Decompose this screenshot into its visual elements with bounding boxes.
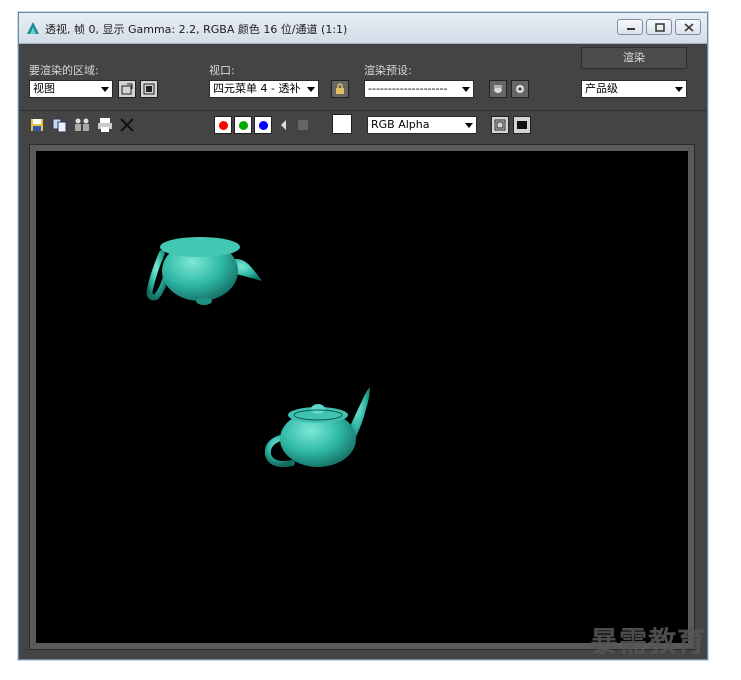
- title-bar[interactable]: 透视, 帧 0, 显示 Gamma: 2.2, RGBA 颜色 16 位/通道 …: [19, 13, 707, 44]
- viewport-select-value: 四元菜单 4 - 透补: [213, 82, 301, 95]
- area-select[interactable]: 视图: [29, 80, 113, 98]
- gear-icon: [516, 85, 524, 93]
- window-title: 透视, 帧 0, 显示 Gamma: 2.2, RGBA 颜色 16 位/通道 …: [45, 23, 348, 36]
- render-setup-button[interactable]: [489, 80, 507, 98]
- teapot-upside-down: [146, 237, 262, 305]
- chevron-down-icon: [465, 123, 473, 128]
- quality-select[interactable]: 产品级: [581, 80, 687, 98]
- chevron-down-icon: [675, 87, 683, 92]
- green-channel-icon: [239, 121, 248, 130]
- display-icon: [517, 121, 527, 129]
- rendered-scene: [146, 237, 370, 467]
- image-toolbar: RGB Alpha: [19, 113, 707, 139]
- viewport-label: 视口:: [209, 64, 235, 77]
- edit-region-button[interactable]: [118, 80, 136, 98]
- channel-select-value: RGB Alpha: [371, 118, 430, 131]
- close-icon: [684, 23, 694, 32]
- maximize-icon: [655, 23, 665, 32]
- toggle-ui-overlay-button[interactable]: [491, 116, 509, 134]
- channel-select[interactable]: RGB Alpha: [367, 116, 477, 134]
- viewport-select[interactable]: 四元菜单 4 - 透补: [209, 80, 319, 98]
- app-icon: [27, 22, 39, 34]
- green-channel-button[interactable]: [234, 116, 252, 134]
- minimize-icon: [627, 28, 635, 30]
- auto-region-button[interactable]: [140, 80, 158, 98]
- quality-select-value: 产品级: [585, 82, 618, 95]
- blue-channel-icon: [259, 121, 268, 130]
- chevron-down-icon: [101, 87, 109, 92]
- maximize-button[interactable]: [646, 19, 672, 35]
- monochrome-icon[interactable]: [297, 119, 309, 131]
- teapot-upright: [264, 387, 370, 467]
- render-frame-window: 透视, 帧 0, 显示 Gamma: 2.2, RGBA 颜色 16 位/通道 …: [18, 12, 708, 660]
- copy-image-icon[interactable]: [52, 117, 68, 133]
- red-channel-button[interactable]: [214, 116, 232, 134]
- lock-viewport-button[interactable]: [331, 80, 349, 98]
- teapot-icon: [494, 85, 502, 93]
- area-select-value: 视图: [33, 82, 55, 95]
- print-icon[interactable]: [97, 117, 113, 133]
- lock-icon: [336, 83, 344, 94]
- environment-button[interactable]: [511, 80, 529, 98]
- render-button[interactable]: 渲染: [581, 47, 687, 69]
- clear-icon[interactable]: [119, 117, 135, 133]
- render-viewport-frame: [29, 144, 695, 650]
- preset-select[interactable]: --------------------: [364, 80, 474, 98]
- render-viewport[interactable]: [36, 151, 688, 643]
- close-button[interactable]: [675, 19, 701, 35]
- clone-window-icon[interactable]: [73, 117, 91, 133]
- chevron-down-icon: [307, 87, 315, 92]
- alpha-channel-icon[interactable]: [277, 118, 291, 132]
- minimize-button[interactable]: [617, 19, 643, 35]
- red-channel-icon: [219, 121, 228, 130]
- color-swatch[interactable]: [332, 114, 352, 134]
- toggle-ui-button[interactable]: [513, 116, 531, 134]
- edit-region-icon: [121, 83, 133, 95]
- render-settings-toolbar: 要渲染的区域: 视图 视口: 四元菜单 4 - 透补 渲染预设: -------…: [19, 44, 707, 120]
- watermark-text: 暴需教育: [590, 625, 707, 658]
- chevron-down-icon: [462, 87, 470, 92]
- blue-channel-button[interactable]: [254, 116, 272, 134]
- preset-label: 渲染预设:: [364, 64, 412, 77]
- save-image-icon[interactable]: [29, 117, 45, 133]
- area-label: 要渲染的区域:: [29, 64, 99, 77]
- toolbar-separator: [19, 110, 707, 111]
- overlay-icon: [494, 119, 506, 131]
- preset-select-value: --------------------: [368, 82, 448, 95]
- auto-region-icon: [143, 83, 155, 95]
